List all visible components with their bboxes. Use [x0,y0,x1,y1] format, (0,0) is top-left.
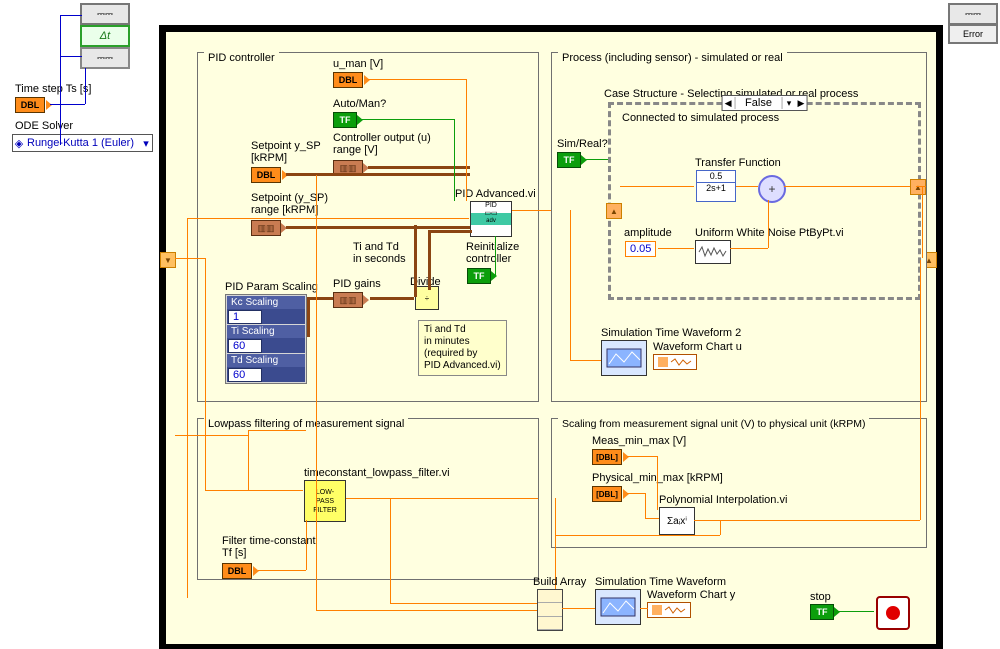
collector-node-icon: ⎓⎓ [80,47,130,69]
controller-output-range-label: Controller output (u) range [V] [333,132,431,156]
filter-tc-label: Filter time-constant Tf [s] [222,535,316,559]
pid-param-scaling-cluster[interactable]: Kc Scaling 1 Ti Scaling 60 Td Scaling 60 [225,294,307,384]
polynomial-vi-node[interactable]: Σaᵢxⁱ [659,507,695,535]
auto-man-label: Auto/Man? [333,98,386,110]
stop-label: stop [810,591,831,603]
connected-sim-label: Connected to simulated process [622,112,779,124]
reinitialize-label: Reinitialize controller [466,241,519,265]
lowpass-vi-node[interactable]: LOW- PASS FILTER [304,480,346,522]
scaling-frame-title: Scaling from measurement signal unit (V)… [558,418,869,430]
u-man-label: u_man [V] [333,58,383,70]
ode-solver-label: ODE Solver [15,120,73,132]
pid-gains-terminal[interactable]: ▥▥ [333,292,363,308]
sim-time-waveform-node[interactable] [595,589,641,625]
process-frame-title: Process (including sensor) - simulated o… [558,52,787,64]
ti-td-seconds-label: Ti and Td in seconds [353,241,406,265]
auto-man-terminal[interactable]: TF [333,112,357,128]
pid-advanced-vi-node[interactable]: PID▭▭adv [470,201,512,237]
noise-vi-node[interactable] [695,240,731,264]
case-dropdown-icon[interactable]: ▾ [783,98,795,109]
kc-scaling-label: Kc Scaling [227,296,305,309]
ti-scaling-value[interactable]: 60 [228,339,262,353]
physical-min-max-terminal[interactable]: [DBL] [592,486,622,502]
delta-t-node: Δt [80,25,130,47]
build-array-label: Build Array [533,576,586,588]
feedback-node-icon: ⎓⎓ [80,3,130,25]
error-indicator[interactable]: Error [948,24,998,44]
amplitude-label: amplitude [624,227,672,239]
reinitialize-terminal[interactable]: TF [467,268,491,284]
case-next-icon[interactable]: ▶ [795,98,807,109]
loop-stop-condition[interactable] [876,596,910,630]
lowpass-frame-title: Lowpass filtering of measurement signal [204,418,408,430]
error-out-node-icon: ⎓⎓ [948,3,998,25]
waveform-chart-y-label: Waveform Chart y [647,589,735,601]
ti-td-minutes-tooltip: Ti and Td in minutes (required by PID Ad… [418,320,507,376]
tunnel-in-icon [606,203,622,219]
tunnel-out-icon [910,179,926,195]
pid-frame-title: PID controller [204,52,279,64]
sim-time-waveform2-node[interactable] [601,340,647,376]
time-step-terminal[interactable]: DBL [15,97,45,113]
transfer-function-label: Transfer Function [695,157,781,169]
divide-node[interactable]: ÷ [415,286,439,310]
lowpass-vi-label: timeconstant_lowpass_filter.vi [304,467,450,479]
td-scaling-label: Td Scaling [227,354,305,367]
case-selector[interactable]: ◀ False ▾ ▶ [721,95,808,111]
sim-time-waveform-label: Simulation Time Waveform [595,576,726,588]
waveform-chart-y-indicator[interactable] [647,602,691,618]
filter-tc-terminal[interactable]: DBL [222,563,252,579]
ti-scaling-label: Ti Scaling [227,325,305,338]
ode-solver-ring[interactable]: ◈Runge-Kutta 1 (Euler)▾ [12,134,153,152]
case-value[interactable]: False [734,97,783,109]
pid-param-scaling-title: PID Param Scaling [225,281,318,293]
u-man-terminal[interactable]: DBL [333,72,363,88]
setpoint-sp-terminal[interactable]: DBL [251,167,281,183]
waveform-chart-u-indicator[interactable] [653,354,697,370]
sim-real-label: Sim/Real? [557,138,608,150]
time-step-label: Time step Ts [s] [15,83,91,95]
transfer-function-node[interactable]: 0.5 2s+1 [696,170,736,202]
kc-scaling-value[interactable]: 1 [228,310,262,324]
noise-vi-label: Uniform White Noise PtByPt.vi [695,227,844,239]
case-prev-icon[interactable]: ◀ [722,98,734,109]
sum-node[interactable]: + [758,175,786,203]
stop-terminal[interactable]: TF [810,604,834,620]
sim-time-waveform2-label: Simulation Time Waveform 2 [601,327,741,339]
setpoint-sp-label: Setpoint y_SP [kRPM] [251,140,321,164]
pid-gains-label: PID gains [333,278,381,290]
waveform-chart-u-label: Waveform Chart u [653,341,742,353]
meas-min-max-label: Meas_min_max [V] [592,435,686,447]
polynomial-vi-label: Polynomial Interpolation.vi [659,494,787,506]
amplitude-constant[interactable]: 0.05 [625,241,656,257]
pid-advanced-vi-label: PID Advanced.vi [455,188,536,200]
build-array-node[interactable] [537,589,563,631]
meas-min-max-terminal[interactable]: [DBL] [592,449,622,465]
sim-real-terminal[interactable]: TF [557,152,581,168]
setpoint-range-terminal[interactable]: ▥▥ [251,220,281,236]
shift-register-left-1 [160,252,176,268]
td-scaling-value[interactable]: 60 [228,368,262,382]
